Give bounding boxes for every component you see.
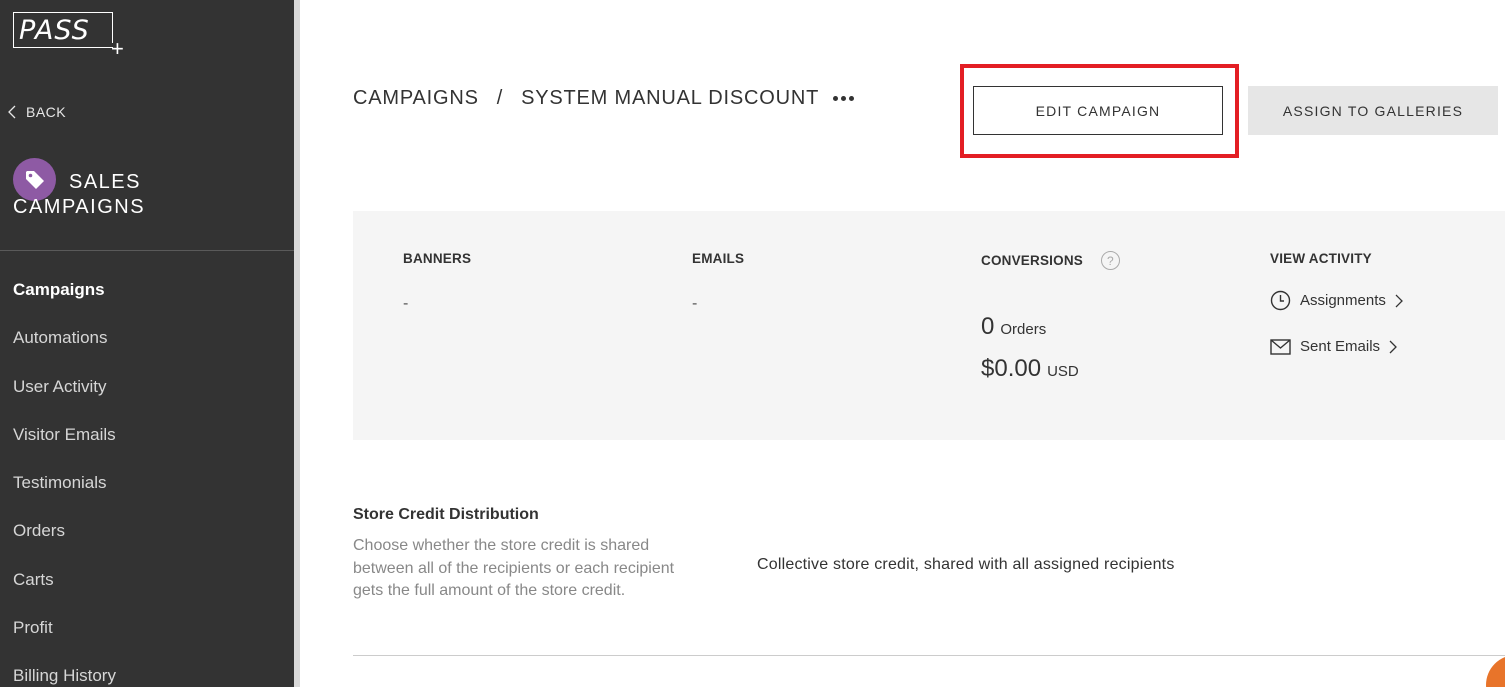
sidebar-item-carts[interactable]: Carts <box>13 566 116 614</box>
section-title-line2: CAMPAIGNS <box>13 196 146 218</box>
section-title-line1: SALES <box>69 171 141 193</box>
sidebar-item-profit[interactable]: Profit <box>13 614 116 662</box>
chat-widget-button[interactable] <box>1486 655 1505 687</box>
sent-emails-link[interactable]: Sent Emails <box>1270 338 1403 355</box>
back-label: BACK <box>26 104 67 120</box>
conversions-stat: CONVERSIONS ? 0 Orders $0.00 USD <box>981 251 1120 383</box>
revenue-unit: USD <box>1047 363 1079 380</box>
sidebar-item-user-activity[interactable]: User Activity <box>13 373 116 421</box>
breadcrumb-separator: / <box>496 87 504 109</box>
envelope-icon <box>1270 338 1291 355</box>
sidebar-item-visitor-emails[interactable]: Visitor Emails <box>13 421 116 469</box>
store-credit-title: Store Credit Distribution <box>353 506 539 523</box>
emails-stat: EMAILS - <box>692 251 744 313</box>
breadcrumb-current: SYSTEM MANUAL DISCOUNT <box>521 87 820 109</box>
logo-plus: + <box>111 36 124 61</box>
orders-unit: Orders <box>1000 321 1047 338</box>
sidebar-nav: Campaigns Automations User Activity Visi… <box>13 276 116 687</box>
sidebar-item-billing-history[interactable]: Billing History <box>13 662 116 687</box>
sent-emails-label: Sent Emails <box>1300 338 1381 355</box>
assign-to-galleries-button[interactable]: ASSIGN TO GALLERIES <box>1248 86 1498 135</box>
sidebar-scrollbar[interactable] <box>294 0 300 687</box>
banners-value: - <box>403 295 409 312</box>
activity-stat: VIEW ACTIVITY Assignments Sent Emails <box>1270 251 1403 355</box>
back-link[interactable]: BACK <box>8 104 66 120</box>
emails-label: EMAILS <box>692 251 745 266</box>
banners-label: BANNERS <box>403 251 472 266</box>
chevron-left-icon <box>8 105 16 119</box>
assignments-link[interactable]: Assignments <box>1270 290 1403 311</box>
sidebar-divider <box>0 250 294 251</box>
store-credit-description: Choose whether the store credit is share… <box>353 537 675 599</box>
section-divider <box>353 655 1505 656</box>
orders-count: 0 Orders <box>981 313 1120 341</box>
chevron-right-icon <box>1395 294 1403 307</box>
sidebar-item-testimonials[interactable]: Testimonials <box>13 469 116 517</box>
stats-panel: BANNERS - EMAILS - CONVERSIONS ? 0 Orders… <box>353 211 1505 440</box>
clock-icon <box>1270 290 1291 311</box>
logo-text: PASS <box>19 15 90 46</box>
emails-value: - <box>692 295 698 312</box>
conversions-label: CONVERSIONS <box>981 253 1083 268</box>
conversions-header: CONVERSIONS ? <box>981 251 1120 270</box>
pass-logo[interactable]: PASS + <box>13 12 124 60</box>
sidebar-item-orders[interactable]: Orders <box>13 517 116 565</box>
section-title: SALES CAMPAIGNS <box>13 170 273 220</box>
more-options-icon[interactable] <box>833 96 855 101</box>
sidebar: PASS + BACK SALES CAMPAIGNS Campaigns Au… <box>0 0 294 687</box>
view-activity-label: VIEW ACTIVITY <box>1270 251 1372 266</box>
store-credit-value: Collective store credit, shared with all… <box>757 556 1175 573</box>
chevron-right-icon <box>1389 340 1397 353</box>
banners-stat: BANNERS - <box>403 251 471 313</box>
assignments-label: Assignments <box>1300 292 1386 309</box>
sidebar-item-automations[interactable]: Automations <box>13 324 116 372</box>
revenue-value: $0.00 <box>981 355 1042 382</box>
edit-campaign-button[interactable]: EDIT CAMPAIGN <box>973 86 1223 135</box>
help-icon[interactable]: ? <box>1100 251 1120 270</box>
revenue-amount: $0.00 USD <box>981 355 1120 383</box>
breadcrumb: CAMPAIGNS / SYSTEM MANUAL DISCOUNT <box>353 87 855 110</box>
orders-value: 0 <box>981 313 995 340</box>
sidebar-item-campaigns[interactable]: Campaigns <box>13 276 116 324</box>
breadcrumb-campaigns[interactable]: CAMPAIGNS <box>353 87 479 110</box>
